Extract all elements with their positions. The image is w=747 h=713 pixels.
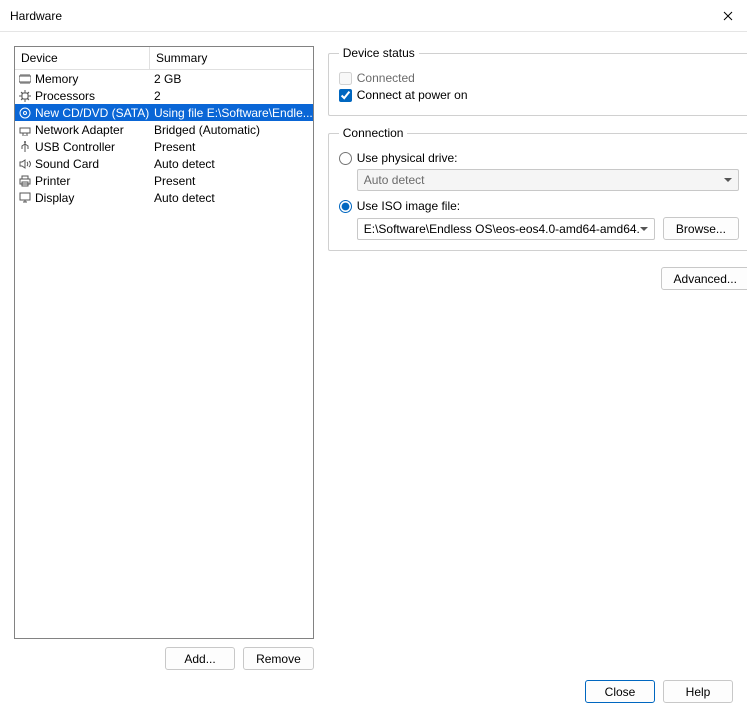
device-table: Device Summary Memory 2 GB Processors 2New …	[14, 46, 314, 639]
advanced-row: Advanced...	[328, 267, 747, 290]
close-icon[interactable]	[709, 0, 747, 32]
column-summary[interactable]: Summary	[150, 47, 313, 69]
iso-radio[interactable]	[339, 200, 352, 213]
device-summary: Auto detect	[150, 191, 313, 205]
table-row[interactable]: USB Controller Present	[15, 138, 313, 155]
connected-label[interactable]: Connected	[357, 71, 415, 85]
table-header: Device Summary	[15, 47, 313, 70]
device-name: Sound Card	[35, 157, 99, 171]
iso-sub: E:\Software\Endless OS\eos-eos4.0-amd64-…	[357, 217, 739, 240]
display-icon	[18, 191, 32, 205]
power-on-label[interactable]: Connect at power on	[357, 88, 468, 102]
processors-icon	[18, 89, 32, 103]
connected-checkbox[interactable]	[339, 72, 352, 85]
power-on-row: Connect at power on	[339, 88, 739, 102]
device-name: Display	[35, 191, 74, 205]
advanced-button[interactable]: Advanced...	[661, 267, 747, 290]
connected-row: Connected	[339, 71, 739, 85]
add-button[interactable]: Add...	[165, 647, 235, 670]
iso-row: Use ISO image file:	[339, 199, 739, 213]
table-row[interactable]: New CD/DVD (SATA)Using file E:\Software\…	[15, 104, 313, 121]
device-name: Network Adapter	[35, 123, 124, 137]
device-name: USB Controller	[35, 140, 115, 154]
device-status-group: Device status Connected Connect at power…	[328, 46, 747, 116]
sound-icon	[18, 157, 32, 171]
physical-drive-select[interactable]: Auto detect	[357, 169, 739, 191]
device-summary: 2 GB	[150, 72, 313, 86]
footer-buttons: Close Help	[585, 680, 733, 703]
window-title: Hardware	[10, 9, 709, 23]
device-name: Processors	[35, 89, 95, 103]
power-on-checkbox[interactable]	[339, 89, 352, 102]
device-summary: Present	[150, 174, 313, 188]
iso-path-value: E:\Software\Endless OS\eos-eos4.0-amd64-…	[364, 222, 640, 236]
table-row[interactable]: Memory 2 GB	[15, 70, 313, 87]
table-buttons: Add... Remove	[14, 647, 314, 670]
titlebar: Hardware	[0, 0, 747, 32]
device-name: New CD/DVD (SATA)	[35, 106, 149, 120]
table-body: Memory 2 GB Processors 2New CD/DVD (SATA)Us…	[15, 70, 313, 206]
left-panel: Device Summary Memory 2 GB Processors 2New …	[14, 46, 314, 670]
usb-icon	[18, 140, 32, 154]
physical-drive-row: Use physical drive:	[339, 151, 739, 165]
cd-icon	[18, 106, 32, 120]
device-summary: 2	[150, 89, 313, 103]
table-row[interactable]: Sound Card Auto detect	[15, 155, 313, 172]
browse-button[interactable]: Browse...	[663, 217, 739, 240]
physical-drive-label[interactable]: Use physical drive:	[357, 151, 458, 165]
right-panel: Device status Connected Connect at power…	[328, 46, 747, 670]
table-row[interactable]: Display Auto detect	[15, 189, 313, 206]
table-row[interactable]: Printer Present	[15, 172, 313, 189]
device-name: Printer	[35, 174, 70, 188]
device-name: Memory	[35, 72, 78, 86]
close-button[interactable]: Close	[585, 680, 655, 703]
device-status-legend: Device status	[339, 46, 419, 60]
connection-legend: Connection	[339, 126, 408, 140]
network-icon	[18, 123, 32, 137]
table-row[interactable]: Network Adapter Bridged (Automatic)	[15, 121, 313, 138]
memory-icon	[18, 72, 32, 86]
physical-drive-value: Auto detect	[364, 173, 425, 187]
physical-drive-radio[interactable]	[339, 152, 352, 165]
device-summary: Using file E:\Software\Endle...	[150, 106, 313, 120]
device-summary: Present	[150, 140, 313, 154]
table-row[interactable]: Processors 2	[15, 87, 313, 104]
connection-group: Connection Use physical drive: Auto dete…	[328, 126, 747, 251]
help-button[interactable]: Help	[663, 680, 733, 703]
remove-button[interactable]: Remove	[243, 647, 314, 670]
device-summary: Bridged (Automatic)	[150, 123, 313, 137]
iso-label[interactable]: Use ISO image file:	[357, 199, 460, 213]
content-area: Device Summary Memory 2 GB Processors 2New …	[0, 32, 747, 670]
chevron-down-icon	[724, 178, 732, 182]
iso-path-select[interactable]: E:\Software\Endless OS\eos-eos4.0-amd64-…	[357, 218, 655, 240]
physical-drive-sub: Auto detect	[357, 169, 739, 191]
column-device[interactable]: Device	[15, 47, 150, 69]
chevron-down-icon	[640, 227, 648, 231]
printer-icon	[18, 174, 32, 188]
device-summary: Auto detect	[150, 157, 313, 171]
